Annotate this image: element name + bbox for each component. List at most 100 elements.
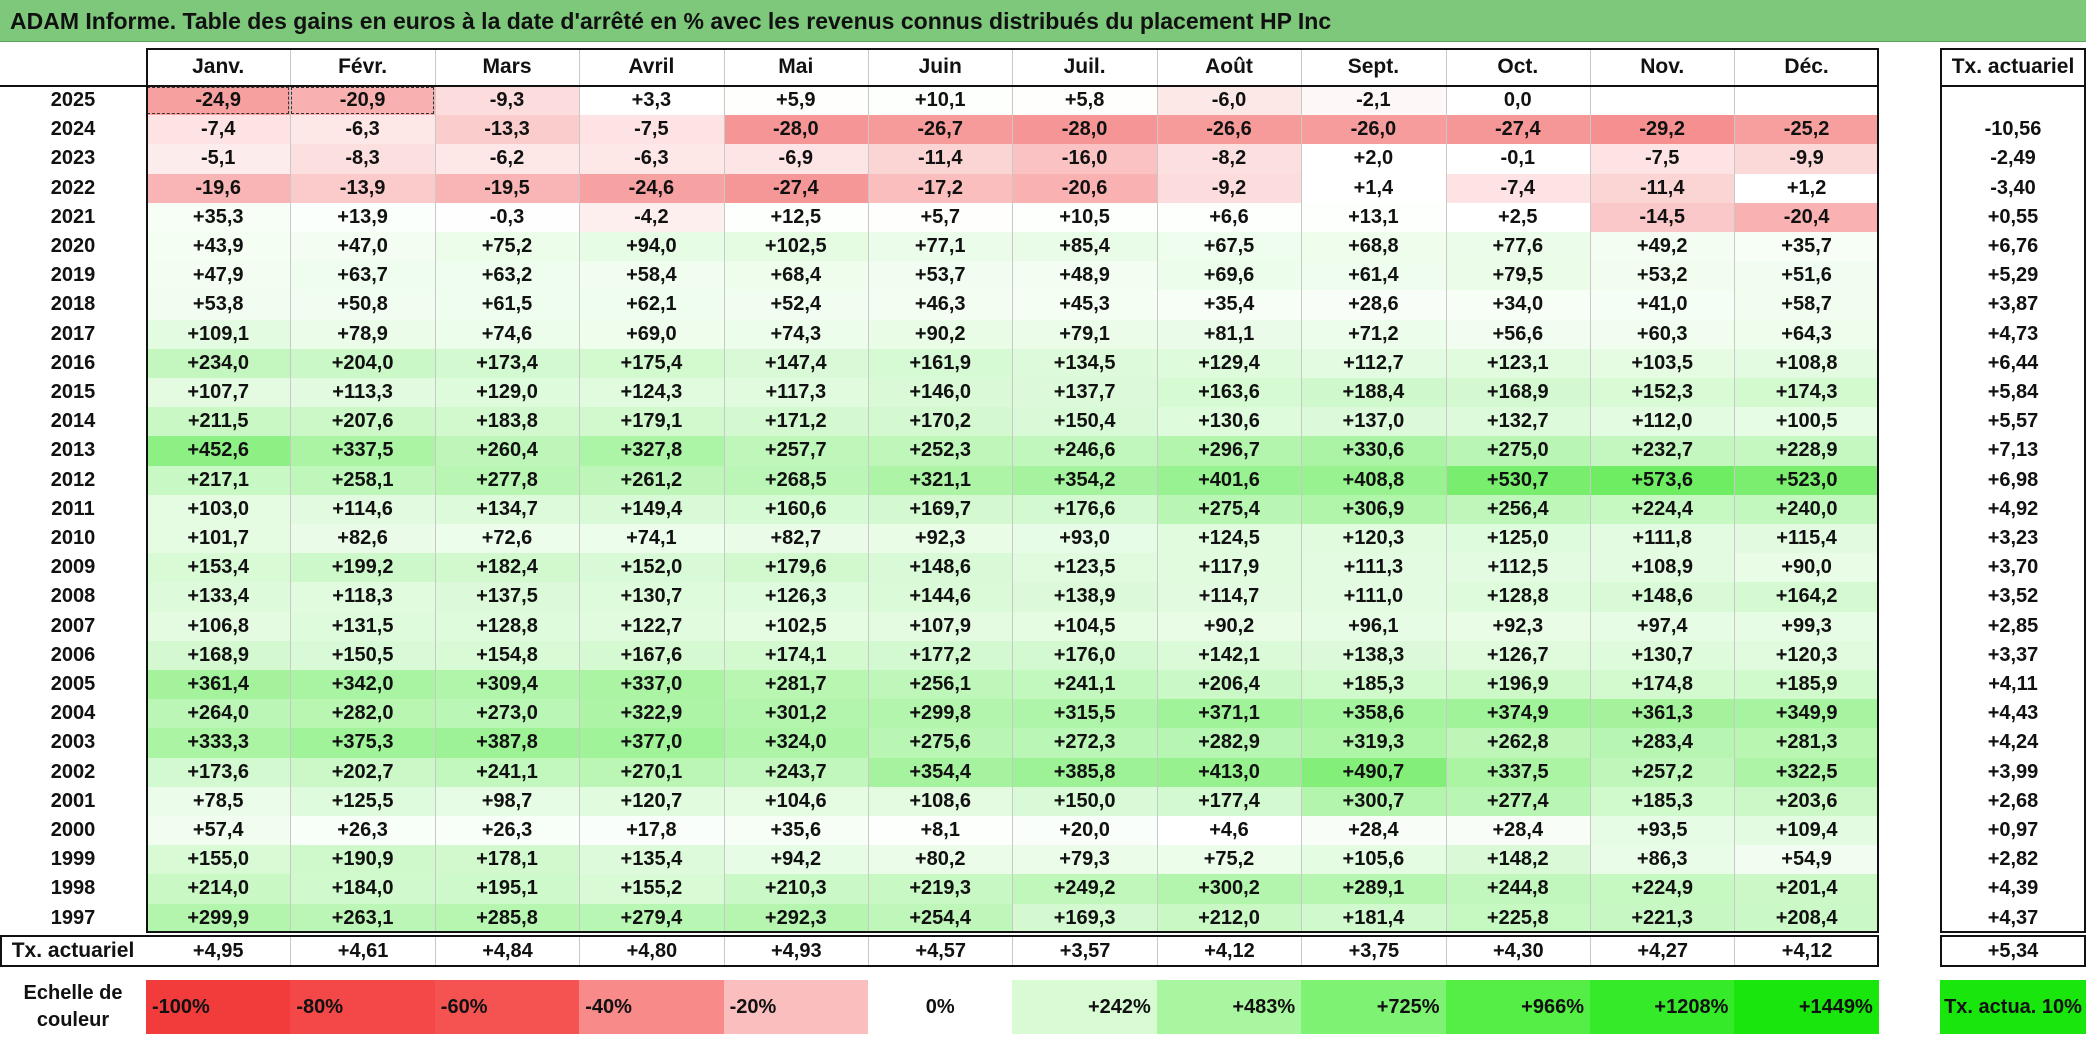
table-cell: +105,6 [1301,845,1446,875]
rate-cell: +6,98 [1987,468,2039,491]
table-cell: +28,6 [1301,290,1446,320]
month-header: Mars [482,55,532,78]
table-cell: -24,6 [579,173,724,203]
scale-rate: Tx. actua. 10% [1940,980,2086,1034]
table-cell: -9,3 [434,86,580,116]
table-cell: +69,0 [579,319,724,349]
table-cell: +49,2 [1590,232,1735,262]
rate-cell: -3,40 [1990,176,2036,199]
table-cell: +228,9 [1734,436,1879,466]
table-cell: +155,2 [579,874,724,904]
table-cell: +260,4 [434,436,580,466]
table-cell: -25,2 [1734,115,1879,145]
scale-swatch: +1208% [1590,980,1735,1034]
table-cell: -5,1 [146,144,291,174]
year-label: 1997 [50,906,96,929]
table-cell: +272,3 [1012,728,1157,758]
year-label: 2022 [50,176,96,199]
table-cell: +224,4 [1590,494,1735,524]
table-cell: +77,1 [868,232,1013,262]
table-cell: +35,4 [1156,290,1302,320]
table-cell: -6,0 [1156,86,1302,116]
table-cell: +354,2 [1012,465,1157,495]
year-label: 2011 [51,497,95,520]
table-cell: +275,4 [1156,494,1302,524]
month-header: Avril [628,55,675,78]
table-cell: +115,4 [1734,524,1879,554]
table-cell: +155,0 [146,845,291,875]
table-cell: -28,0 [723,115,868,145]
year-label: 2001 [50,789,96,812]
table-cell: +243,7 [723,757,868,787]
table-cell: +174,8 [1590,670,1735,700]
table-cell: +133,4 [146,582,291,612]
table-cell: +199,2 [290,553,435,583]
table-cell: +322,9 [579,699,724,729]
table-cell: +244,8 [1445,874,1590,904]
table-cell: +20,0 [1012,816,1157,846]
table-cell: -17,2 [868,173,1013,203]
table-cell: +129,4 [1156,348,1302,378]
table-cell: +321,1 [868,465,1013,495]
table-cell: -16,0 [1012,144,1157,174]
table-cell: +292,3 [723,903,868,933]
table-cell: +94,2 [723,845,868,875]
year-label: 2002 [50,760,96,783]
table-cell: +92,3 [868,524,1013,554]
table-cell: -24,9 [146,86,291,116]
table-cell: +358,6 [1301,699,1446,729]
table-cell: +109,4 [1734,816,1879,846]
table-cell: +190,9 [290,845,435,875]
table-cell: +45,3 [1012,290,1157,320]
year-label: 2005 [50,673,96,696]
table-cell: +102,5 [723,611,868,641]
table-cell: +8,1 [868,816,1013,846]
scale-swatch: -80% [290,980,435,1034]
table-cell: +177,4 [1156,786,1302,816]
table-cell: +240,0 [1734,494,1879,524]
table-cell: +61,5 [434,290,580,320]
table-cell: +126,3 [723,582,868,612]
table-cell: +137,5 [434,582,580,612]
table-cell: +107,7 [146,378,291,408]
table-cell: +268,5 [723,465,868,495]
table-cell: +150,5 [290,640,435,670]
table-cell: +69,6 [1156,261,1302,291]
table-cell: +50,8 [290,290,435,320]
table-cell: +130,7 [1590,640,1735,670]
table-cell: +120,7 [579,786,724,816]
rate-cell: +5,57 [1987,410,2039,433]
table-cell: +210,3 [723,874,868,904]
table-cell: +57,4 [146,816,291,846]
footer-cell: +4,84 [434,935,579,967]
table-cell: -27,4 [1445,115,1590,145]
table-cell: +224,9 [1590,874,1735,904]
rate-cell: +3,99 [1987,760,2039,783]
table-cell: +2,5 [1445,202,1590,232]
month-header: Sept. [1347,55,1400,78]
table-cell: +257,2 [1590,757,1735,787]
table-cell: +160,6 [723,494,868,524]
table-cell: +47,9 [146,261,291,291]
scale-swatch: -60% [434,980,580,1034]
table-cell: +150,0 [1012,786,1157,816]
table-cell: +48,9 [1012,261,1157,291]
table-cell: +114,7 [1156,582,1302,612]
table-cell: +175,4 [579,348,724,378]
table-cell: +41,0 [1590,290,1735,320]
rate-header-separator [1940,85,2086,87]
scale-label: Echelle de couleur [23,982,123,1031]
table-cell: +79,5 [1445,261,1590,291]
table-cell: +144,6 [868,582,1013,612]
rate-header: Tx. actuariel [1951,55,2075,78]
table-cell: +285,8 [434,903,580,933]
table-cell: +184,0 [290,874,435,904]
table-cell: +35,3 [146,202,291,232]
table-cell: +257,7 [723,436,868,466]
table-cell: +315,5 [1012,699,1157,729]
table-cell: +90,0 [1734,553,1879,583]
table-cell: +183,8 [434,407,580,437]
month-header: Juil. [1063,55,1106,78]
table-cell: +54,9 [1734,845,1879,875]
table-cell: +85,4 [1012,232,1157,262]
